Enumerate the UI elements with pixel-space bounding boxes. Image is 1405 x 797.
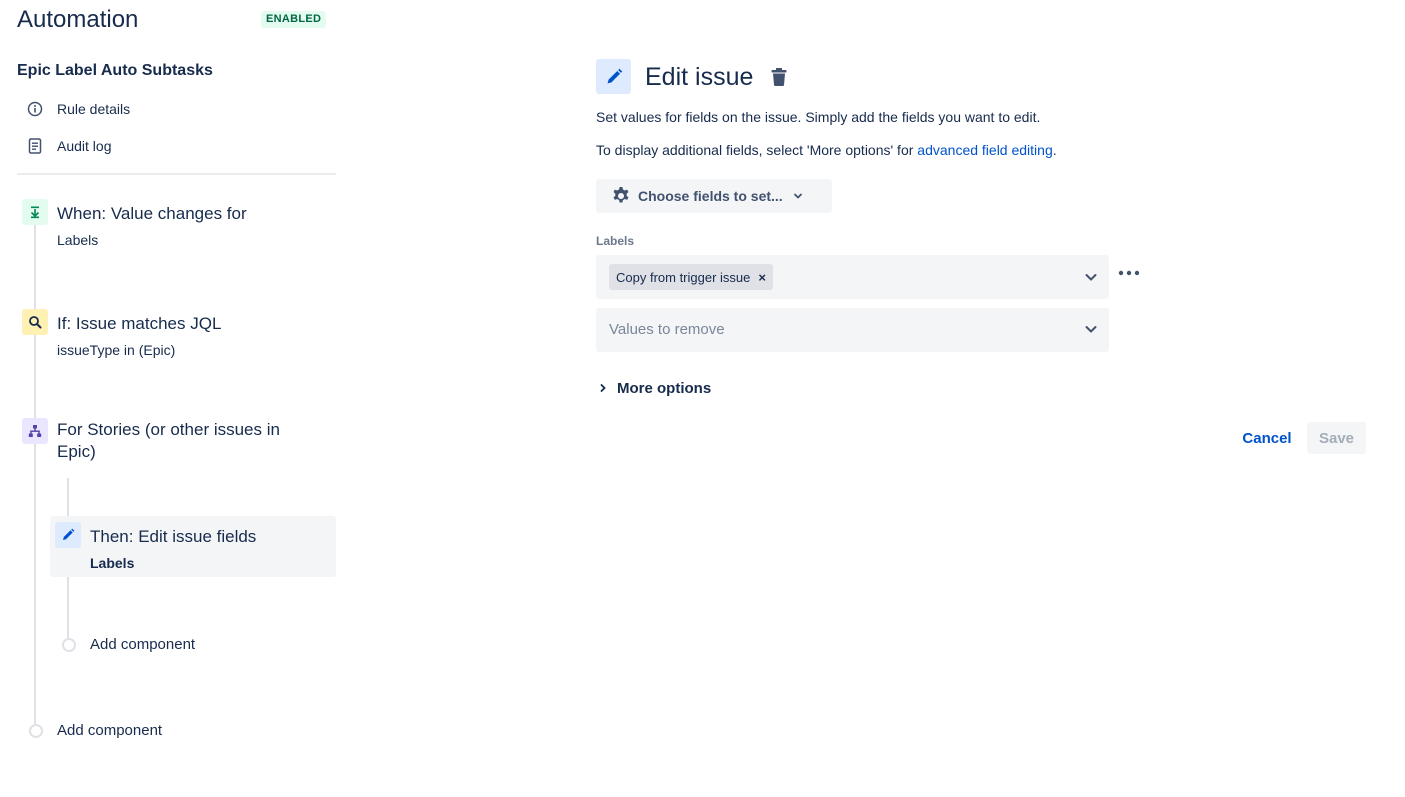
search-icon bbox=[22, 309, 48, 335]
component-trigger-subtitle: Labels bbox=[57, 232, 99, 248]
add-component-dot bbox=[62, 638, 76, 652]
component-condition-title[interactable]: If: Issue matches JQL bbox=[57, 313, 221, 335]
sidebar-item-audit-log[interactable]: Audit log bbox=[25, 135, 111, 157]
sidebar-item-label: Audit log bbox=[57, 138, 112, 154]
chevron-down-icon bbox=[793, 191, 803, 201]
gear-icon bbox=[611, 186, 631, 206]
info-icon bbox=[25, 99, 45, 119]
advanced-field-editing-link[interactable]: advanced field editing bbox=[917, 142, 1052, 158]
chevron-down-icon[interactable] bbox=[1081, 319, 1101, 339]
chevron-right-icon bbox=[598, 383, 608, 393]
panel-title: Edit issue bbox=[645, 63, 754, 91]
component-condition-subtitle: issueType in (Epic) bbox=[57, 342, 176, 358]
rule-name: Epic Label Auto Subtasks bbox=[17, 62, 213, 79]
chevron-down-icon[interactable] bbox=[1081, 267, 1101, 287]
cancel-button[interactable]: Cancel bbox=[1236, 422, 1298, 454]
component-trigger[interactable] bbox=[22, 199, 48, 225]
trigger-icon bbox=[22, 199, 48, 225]
edit-issue-pencil-icon bbox=[596, 59, 631, 94]
advanced-editing-note: To display additional fields, select 'Mo… bbox=[596, 140, 1057, 160]
add-component-outer-button[interactable]: Add component bbox=[57, 722, 162, 739]
choose-fields-button[interactable]: Choose fields to set... bbox=[596, 179, 832, 213]
component-branch-title-line2[interactable]: Epic) bbox=[57, 441, 96, 463]
sidebar-item-label: Rule details bbox=[57, 101, 131, 117]
add-component-dot bbox=[29, 724, 43, 738]
advanced-note-prefix: To display additional fields, select 'Mo… bbox=[596, 142, 918, 158]
component-branch[interactable] bbox=[22, 418, 48, 444]
more-icon[interactable] bbox=[1117, 262, 1141, 284]
save-button[interactable]: Save bbox=[1307, 422, 1366, 454]
status-badge: ENABLED bbox=[261, 11, 327, 28]
component-action-subtitle: Labels bbox=[90, 555, 135, 571]
close-icon[interactable]: × bbox=[758, 270, 773, 285]
values-to-remove-select[interactable]: Values to remove bbox=[596, 308, 1109, 352]
flow-connector-outer bbox=[34, 224, 36, 726]
more-options-toggle[interactable]: More options bbox=[598, 377, 711, 399]
component-trigger-title[interactable]: When: Value changes for bbox=[57, 203, 247, 225]
labels-chip: Copy from trigger issue × bbox=[609, 264, 773, 290]
component-condition[interactable] bbox=[22, 309, 48, 335]
component-branch-title-line1[interactable]: For Stories (or other issues in bbox=[57, 419, 280, 441]
more-options-label: More options bbox=[617, 379, 712, 397]
document-icon bbox=[25, 136, 45, 156]
component-action-icon-wrap bbox=[55, 522, 81, 548]
page-title: Automation bbox=[17, 6, 139, 33]
component-action-title[interactable]: Then: Edit issue fields bbox=[90, 526, 256, 548]
add-component-inner-button[interactable]: Add component bbox=[90, 636, 195, 653]
sidebar-divider bbox=[17, 173, 336, 175]
sidebar-item-rule-details[interactable]: Rule details bbox=[25, 98, 130, 120]
advanced-note-suffix: . bbox=[1052, 142, 1057, 158]
choose-fields-label: Choose fields to set... bbox=[638, 188, 783, 204]
pencil-icon bbox=[55, 522, 81, 548]
branch-icon bbox=[22, 418, 48, 444]
labels-field-label: Labels bbox=[596, 234, 635, 248]
chip-label: Copy from trigger issue bbox=[616, 269, 751, 285]
trash-icon[interactable] bbox=[768, 66, 790, 88]
panel-description: Set values for fields on the issue. Simp… bbox=[596, 109, 1041, 125]
values-to-remove-placeholder: Values to remove bbox=[609, 321, 725, 338]
